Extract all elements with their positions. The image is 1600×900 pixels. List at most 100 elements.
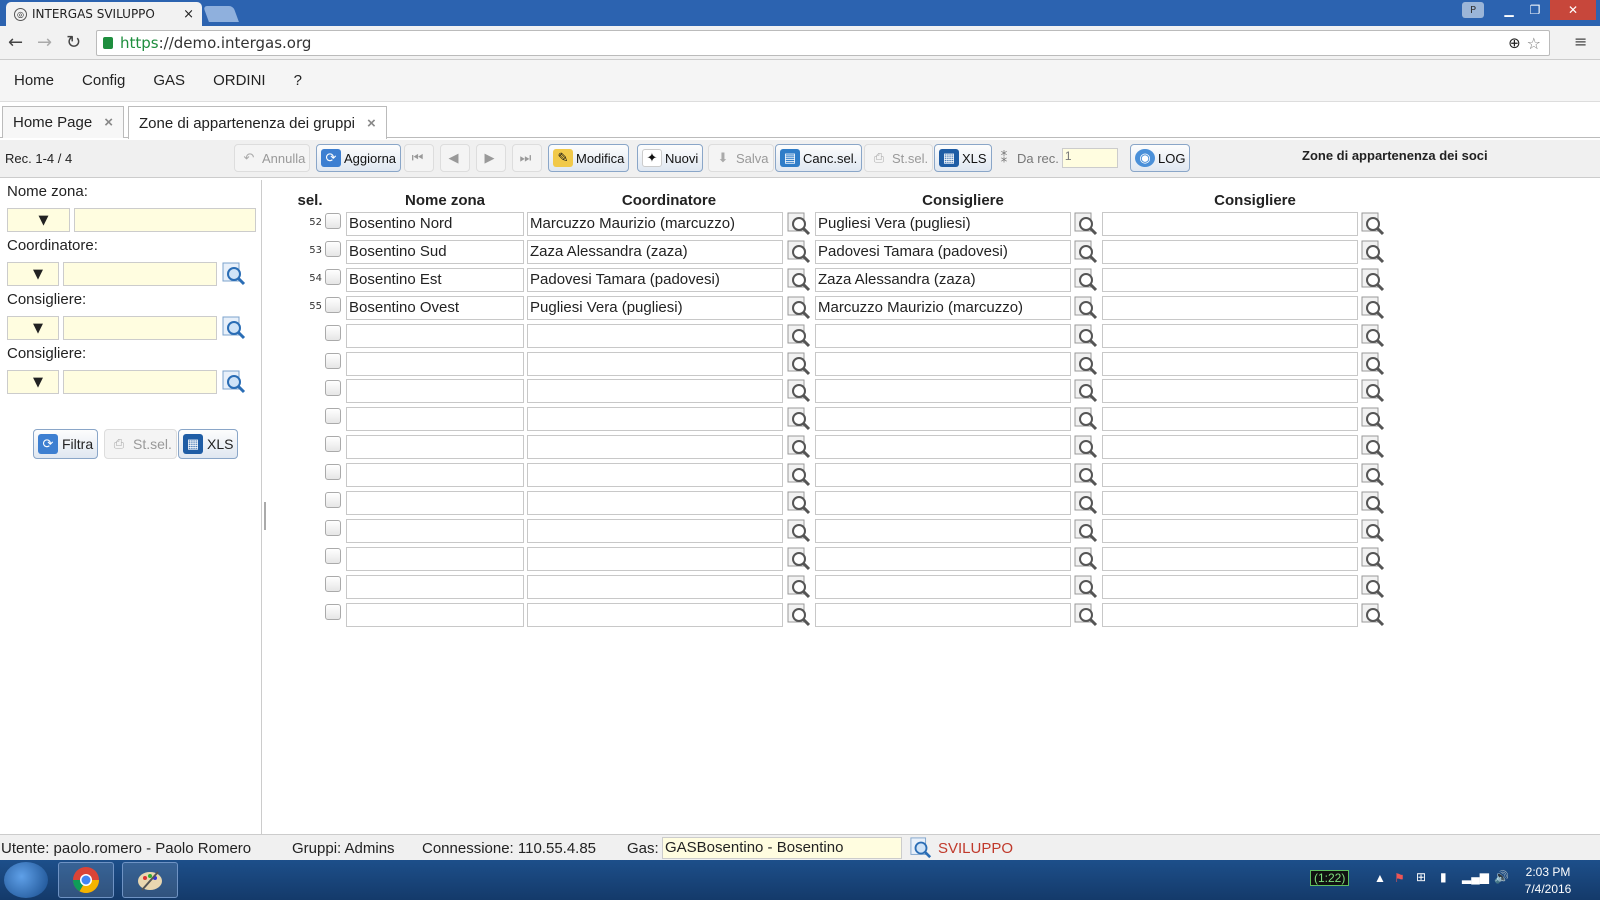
- menu-home[interactable]: Home: [14, 72, 54, 89]
- cell-consigliere-2[interactable]: [1102, 407, 1358, 432]
- lookup-magnifier-icon[interactable]: [787, 352, 811, 376]
- filter-op-nome-zona[interactable]: ▼: [7, 208, 70, 232]
- row-select-checkbox[interactable]: [325, 352, 341, 369]
- menu-ordini[interactable]: ORDINI: [213, 72, 266, 89]
- cell-consigliere-2[interactable]: [1102, 295, 1358, 320]
- paint-taskbar-icon[interactable]: [122, 862, 178, 898]
- gas-selector[interactable]: GASBosentino - Bosentino: [662, 837, 902, 859]
- tray-expand-icon[interactable]: ▲: [1374, 871, 1386, 885]
- lookup-magnifier-icon[interactable]: [1361, 603, 1385, 627]
- row-select-checkbox[interactable]: [325, 575, 341, 592]
- prev-record-button[interactable]: ◀: [440, 144, 470, 172]
- cell-coordinatore[interactable]: [527, 323, 783, 348]
- cell-nome-zona[interactable]: [346, 491, 524, 515]
- cell-coordinatore[interactable]: [527, 463, 783, 488]
- lookup-magnifier-icon[interactable]: [787, 212, 811, 236]
- lookup-magnifier-icon[interactable]: [787, 603, 811, 627]
- cell-consigliere-2[interactable]: [1102, 574, 1358, 599]
- lookup-magnifier-icon[interactable]: [1361, 519, 1385, 543]
- lookup-magnifier-icon[interactable]: [1074, 212, 1098, 236]
- cell-nome-zona[interactable]: [346, 323, 524, 348]
- lookup-magnifier-icon[interactable]: [222, 370, 246, 394]
- lookup-magnifier-icon[interactable]: [1361, 212, 1385, 236]
- tab-home-page[interactable]: Home Page ×: [2, 106, 124, 138]
- cell-coordinatore[interactable]: [527, 379, 783, 404]
- first-record-button[interactable]: ⏮: [404, 144, 434, 172]
- cell-consigliere-1[interactable]: [815, 463, 1071, 488]
- cell-coordinatore[interactable]: Marcuzzo Maurizio (marcuzzo): [527, 212, 783, 236]
- cell-consigliere-2[interactable]: [1102, 435, 1358, 460]
- cell-consigliere-2[interactable]: [1102, 379, 1358, 404]
- menu-help[interactable]: ?: [294, 72, 302, 89]
- cell-consigliere-2[interactable]: [1102, 267, 1358, 292]
- filter-input-consigliere-2[interactable]: [63, 370, 217, 394]
- lookup-magnifier-icon[interactable]: [787, 519, 811, 543]
- lookup-magnifier-icon[interactable]: [1074, 463, 1098, 487]
- lookup-magnifier-icon[interactable]: [1361, 463, 1385, 487]
- lookup-magnifier-icon[interactable]: [1361, 352, 1385, 376]
- cell-consigliere-1[interactable]: [815, 602, 1071, 627]
- filter-xls-button[interactable]: ▦ XLS: [178, 429, 239, 459]
- row-select-checkbox[interactable]: [325, 408, 341, 425]
- lookup-magnifier-icon[interactable]: [1361, 547, 1385, 571]
- lookup-magnifier-icon[interactable]: [787, 407, 811, 431]
- cell-nome-zona[interactable]: [346, 463, 524, 488]
- lookup-magnifier-icon[interactable]: [1361, 296, 1385, 320]
- cell-consigliere-1[interactable]: Pugliesi Vera (pugliesi): [815, 212, 1071, 236]
- cell-consigliere-1[interactable]: Zaza Alessandra (zaza): [815, 267, 1071, 292]
- row-select-checkbox[interactable]: [325, 603, 341, 620]
- back-arrow-icon[interactable]: ←: [8, 32, 23, 53]
- cell-consigliere-1[interactable]: [815, 323, 1071, 348]
- tab-close-icon[interactable]: ×: [367, 115, 376, 132]
- cell-consigliere-1[interactable]: [815, 407, 1071, 432]
- cell-consigliere-1[interactable]: Marcuzzo Maurizio (marcuzzo): [815, 295, 1071, 320]
- cell-nome-zona[interactable]: [346, 351, 524, 376]
- action-center-flag-icon[interactable]: ⚑: [1394, 871, 1405, 885]
- cell-coordinatore[interactable]: [527, 518, 783, 543]
- salva-button[interactable]: ⬇ Salva: [708, 144, 774, 172]
- restore-icon[interactable]: ❐: [1522, 0, 1548, 20]
- canc-sel-button[interactable]: ▤ Canc.sel.: [775, 144, 863, 172]
- log-button[interactable]: ◉ LOG: [1130, 144, 1191, 172]
- cell-consigliere-1[interactable]: [815, 491, 1071, 515]
- cell-consigliere-2[interactable]: [1102, 212, 1358, 236]
- browser-tab[interactable]: ◎ INTERGAS SVILUPPO ×: [6, 2, 202, 26]
- lookup-magnifier-icon[interactable]: [787, 491, 811, 515]
- cell-coordinatore[interactable]: [527, 407, 783, 432]
- lookup-magnifier-icon[interactable]: [787, 324, 811, 348]
- cell-consigliere-2[interactable]: [1102, 491, 1358, 515]
- lookup-magnifier-icon[interactable]: [787, 268, 811, 292]
- forward-arrow-icon[interactable]: →: [37, 32, 52, 53]
- lookup-magnifier-icon[interactable]: [787, 463, 811, 487]
- network-signal-icon[interactable]: ▂▄▆: [1462, 870, 1489, 884]
- filter-input-consigliere-1[interactable]: [63, 316, 217, 340]
- cell-nome-zona[interactable]: [346, 435, 524, 460]
- filtra-button[interactable]: ⟳ Filtra: [33, 429, 99, 459]
- cell-nome-zona[interactable]: [346, 518, 524, 543]
- lookup-magnifier-icon[interactable]: [1074, 519, 1098, 543]
- menu-config[interactable]: Config: [82, 72, 125, 89]
- cell-coordinatore[interactable]: Pugliesi Vera (pugliesi): [527, 295, 783, 320]
- cell-consigliere-2[interactable]: [1102, 351, 1358, 376]
- cell-consigliere-1[interactable]: Padovesi Tamara (padovesi): [815, 239, 1071, 264]
- tab-zone-gruppi[interactable]: Zone di appartenenza dei gruppi ×: [128, 106, 387, 139]
- windows-logo-icon[interactable]: ⊞: [1416, 870, 1426, 884]
- new-tab-button[interactable]: [203, 6, 239, 22]
- menu-gas[interactable]: GAS: [153, 72, 185, 89]
- cell-nome-zona[interactable]: Bosentino Sud: [346, 239, 524, 264]
- zoom-icon[interactable]: ⊕: [1508, 34, 1521, 52]
- annulla-button[interactable]: ↶ Annulla: [234, 144, 311, 172]
- address-bar[interactable]: https://demo.intergas.org ⊕ ☆: [96, 30, 1550, 56]
- da-rec-input[interactable]: 1: [1061, 148, 1118, 168]
- row-select-checkbox[interactable]: [325, 464, 341, 481]
- row-select-checkbox[interactable]: [325, 268, 341, 285]
- chrome-taskbar-icon[interactable]: [58, 862, 114, 898]
- cell-consigliere-2[interactable]: [1102, 518, 1358, 543]
- lookup-magnifier-icon[interactable]: [1361, 268, 1385, 292]
- profile-icon[interactable]: P: [1462, 2, 1484, 18]
- cell-consigliere-1[interactable]: [815, 574, 1071, 599]
- lookup-magnifier-icon[interactable]: [1074, 296, 1098, 320]
- lookup-magnifier-icon[interactable]: [1074, 435, 1098, 459]
- cell-consigliere-2[interactable]: [1102, 546, 1358, 571]
- lookup-magnifier-icon[interactable]: [1074, 603, 1098, 627]
